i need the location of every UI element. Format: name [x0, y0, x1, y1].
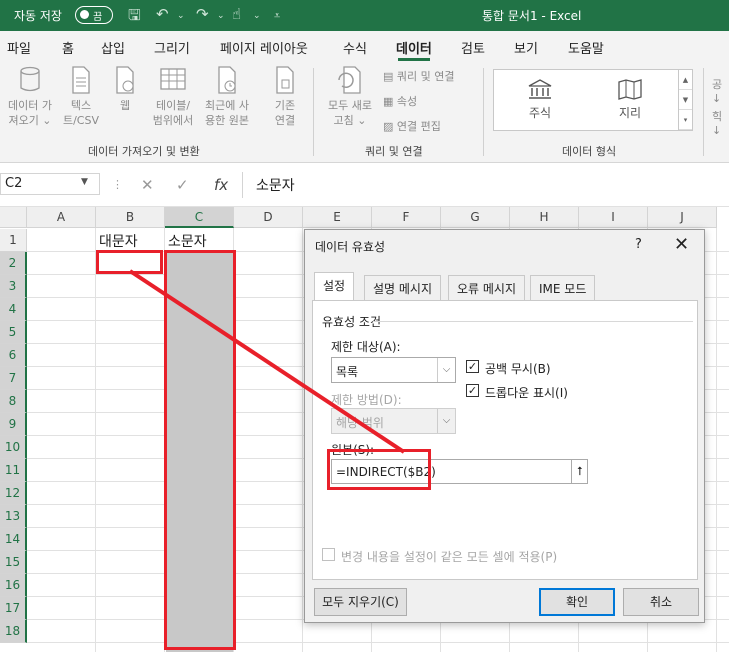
annotation-box-b2	[96, 250, 163, 274]
data-value: 해당 범위	[336, 416, 384, 430]
annotation-box-column-c	[164, 250, 236, 650]
cell-b1[interactable]: 대문자	[99, 231, 138, 251]
tab-error-alert[interactable]: 오류 메시지	[448, 275, 526, 300]
apply-all-label: 변경 내용을 설정이 같은 모든 셀에 적용(P)	[341, 550, 558, 564]
tab-ime-mode[interactable]: IME 모드	[530, 275, 596, 300]
cell-c1[interactable]: 소문자	[168, 231, 207, 251]
close-icon[interactable]: ✕	[674, 234, 689, 255]
in-cell-dropdown-checkbox[interactable]: ✓	[466, 384, 479, 397]
annotation-box-source	[327, 449, 431, 490]
cancel-button[interactable]: 취소	[623, 588, 699, 616]
settings-panel: 유효성 조건 제한 대상(A): 목록 ⌵ ✓ 공백 무시(B) ✓ 드롭다운 …	[312, 300, 698, 580]
allow-value: 목록	[336, 365, 359, 379]
tab-input-message[interactable]: 설명 메시지	[364, 275, 442, 300]
clear-all-button[interactable]: 모두 지우기(C)	[314, 588, 407, 616]
allow-label: 제한 대상(A):	[331, 340, 401, 354]
tab-settings[interactable]: 설정	[314, 272, 355, 301]
ignore-blank-label: 공백 무시(B)	[485, 362, 551, 376]
allow-select[interactable]: 목록 ⌵	[331, 357, 456, 383]
ok-button[interactable]: 확인	[539, 588, 615, 616]
data-label: 제한 방법(D):	[331, 393, 402, 407]
data-validation-dialog: 데이터 유효성 ? ✕ 설정 설명 메시지 오류 메시지 IME 모드 유효성 …	[304, 229, 705, 623]
criteria-divider	[373, 321, 693, 322]
ignore-blank-checkbox[interactable]: ✓	[466, 360, 479, 373]
collapse-dialog-icon[interactable]: ⭡	[571, 459, 588, 484]
chevron-down-icon: ⌵	[437, 409, 455, 433]
help-button[interactable]: ?	[635, 237, 642, 252]
chevron-down-icon: ⌵	[437, 358, 455, 382]
in-cell-dropdown-label: 드롭다운 표시(I)	[485, 386, 568, 400]
apply-all-checkbox[interactable]	[322, 548, 335, 561]
dialog-title: 데이터 유효성	[315, 240, 386, 254]
data-select[interactable]: 해당 범위 ⌵	[331, 408, 456, 434]
